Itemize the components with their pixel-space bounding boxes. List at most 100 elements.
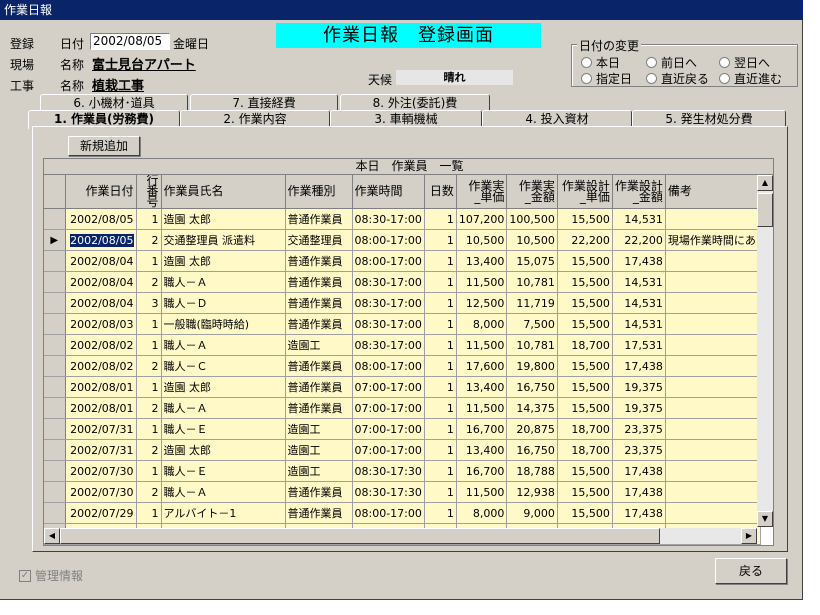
table-row[interactable]: 2002/07/29 1 アルバイト－1 普通作業員 08:00-17:00 1 8,000… bbox=[44, 502, 761, 524]
table-cell[interactable]: 08:00-17:00 bbox=[352, 250, 425, 272]
table-cell[interactable]: 2002/08/01 bbox=[65, 397, 137, 419]
radio-recent-forward[interactable]: 直近進む bbox=[719, 70, 782, 87]
table-cell[interactable]: 1 bbox=[136, 418, 162, 440]
table-cell[interactable]: 造園 太郎 bbox=[161, 376, 286, 398]
table-cell[interactable]: 1 bbox=[424, 334, 457, 356]
table-cell[interactable]: 職人－Ｄ bbox=[161, 292, 286, 314]
table-row[interactable]: ▶ 2002/08/05 2 交通整理員 派遣料 交通整理員 08:00-17:00 1 10… bbox=[44, 229, 761, 251]
table-cell[interactable]: 10,500 bbox=[456, 229, 508, 251]
table-cell[interactable]: 13,400 bbox=[456, 376, 508, 398]
table-cell[interactable]: 職人－Ｃ bbox=[161, 355, 286, 377]
table-cell[interactable]: 11,500 bbox=[456, 481, 508, 503]
table-cell[interactable]: 普通作業員 bbox=[285, 481, 353, 503]
table-cell[interactable]: 11,500 bbox=[456, 397, 508, 419]
table-cell[interactable]: 07:00-17:00 bbox=[352, 418, 425, 440]
table-cell[interactable]: 普通作業員 bbox=[285, 397, 353, 419]
table-cell[interactable]: 08:30-17:00 bbox=[352, 313, 425, 335]
table-row[interactable]: 2002/08/01 2 職人－Ａ 普通作業員 07:00-17:00 1 11,500 14… bbox=[44, 397, 761, 419]
table-cell[interactable]: 1 bbox=[424, 481, 457, 503]
table-cell[interactable]: 2002/08/04 bbox=[65, 250, 137, 272]
horizontal-scrollbar[interactable]: ◀ ▶ bbox=[44, 528, 757, 544]
table-cell[interactable]: 造園 太郎 bbox=[161, 208, 286, 230]
table-cell[interactable]: 1 bbox=[136, 376, 162, 398]
table-row[interactable]: 2002/08/04 1 造園 太郎 普通作業員 08:00-17:00 1 13,400 1… bbox=[44, 250, 761, 272]
table-cell[interactable] bbox=[665, 355, 761, 377]
column-header[interactable]: 作業時間 bbox=[352, 175, 425, 209]
table-cell[interactable]: 08:30-17:00 bbox=[352, 208, 425, 230]
row-selector[interactable] bbox=[44, 481, 66, 503]
table-cell[interactable]: 17,438 bbox=[612, 460, 666, 482]
table-cell[interactable]: 08:00-17:00 bbox=[352, 502, 425, 524]
table-cell[interactable]: 2002/08/04 bbox=[65, 292, 137, 314]
table-row[interactable]: 2002/08/05 1 造園 太郎 普通作業員 08:30-17:00 1 107,200… bbox=[44, 208, 761, 230]
table-cell[interactable]: 15,500 bbox=[557, 313, 613, 335]
table-cell[interactable]: 2002/08/01 bbox=[65, 376, 137, 398]
table-cell[interactable]: 14,375 bbox=[506, 397, 558, 419]
table-cell[interactable]: 17,600 bbox=[456, 355, 508, 377]
table-cell[interactable]: 08:00-17:00 bbox=[352, 355, 425, 377]
table-cell[interactable]: 10,500 bbox=[506, 229, 558, 251]
table-cell[interactable]: 08:30-17:00 bbox=[352, 292, 425, 314]
table-cell[interactable]: 23,375 bbox=[612, 439, 666, 461]
table-cell[interactable]: 2002/08/03 bbox=[65, 313, 137, 335]
table-cell[interactable]: 1 bbox=[136, 460, 162, 482]
table-cell[interactable]: 2 bbox=[136, 481, 162, 503]
table-cell[interactable]: 17,438 bbox=[612, 355, 666, 377]
table-cell[interactable]: 交通整理員 bbox=[285, 229, 353, 251]
table-cell[interactable]: 18,700 bbox=[557, 439, 613, 461]
table-cell[interactable]: 1 bbox=[424, 271, 457, 293]
table-cell[interactable]: 1 bbox=[424, 355, 457, 377]
row-selector[interactable] bbox=[44, 313, 66, 335]
table-cell[interactable]: 20,875 bbox=[506, 418, 558, 440]
table-cell[interactable]: 造園 太郎 bbox=[161, 439, 286, 461]
column-header[interactable]: 作業設計 _金額 bbox=[612, 175, 666, 209]
table-cell[interactable]: 18,788 bbox=[506, 460, 558, 482]
table-cell[interactable] bbox=[665, 481, 761, 503]
table-cell[interactable]: 1 bbox=[136, 502, 162, 524]
table-cell[interactable]: 2 bbox=[136, 439, 162, 461]
table-cell[interactable]: 16,700 bbox=[456, 460, 508, 482]
column-header[interactable]: 作業設計 _単価 bbox=[557, 175, 613, 209]
table-cell[interactable] bbox=[665, 271, 761, 293]
table-cell[interactable]: 15,500 bbox=[557, 397, 613, 419]
date-field[interactable]: 2002/08/05 bbox=[90, 33, 170, 50]
radio-prev-day[interactable]: 前日へ bbox=[646, 54, 697, 71]
row-selector[interactable] bbox=[44, 250, 66, 272]
row-selector[interactable] bbox=[44, 355, 66, 377]
table-cell[interactable]: 7,500 bbox=[506, 313, 558, 335]
table-cell[interactable]: 普通作業員 bbox=[285, 376, 353, 398]
table-cell[interactable]: 普通作業員 bbox=[285, 502, 353, 524]
table-cell[interactable]: 2002/08/02 bbox=[65, 334, 137, 356]
table-row[interactable]: 2002/08/04 2 職人－Ａ 普通作業員 08:30-17:00 1 11,500 10… bbox=[44, 271, 761, 293]
table-cell[interactable]: 07:00-17:00 bbox=[352, 439, 425, 461]
table-cell[interactable]: 職人－Ｅ bbox=[161, 460, 286, 482]
table-cell[interactable]: 15,500 bbox=[557, 376, 613, 398]
table-cell[interactable]: 10,781 bbox=[506, 271, 558, 293]
table-cell[interactable]: 1 bbox=[424, 250, 457, 272]
table-cell[interactable]: 現場作業時間にあ bbox=[665, 229, 761, 251]
table-cell[interactable]: 15,500 bbox=[557, 481, 613, 503]
row-selector[interactable] bbox=[44, 397, 66, 419]
table-cell[interactable]: 15,500 bbox=[557, 355, 613, 377]
table-cell[interactable] bbox=[665, 292, 761, 314]
table-cell[interactable]: 造園工 bbox=[285, 334, 353, 356]
table-cell[interactable]: 07:00-17:00 bbox=[352, 397, 425, 419]
table-cell[interactable]: 11,500 bbox=[456, 271, 508, 293]
scroll-right-icon[interactable]: ▶ bbox=[741, 528, 757, 544]
table-cell[interactable]: 1 bbox=[136, 313, 162, 335]
column-header[interactable]: 備考 bbox=[665, 175, 761, 209]
table-cell[interactable]: 19,800 bbox=[506, 355, 558, 377]
table-row[interactable]: 2002/07/30 1 職人－Ｅ 造園工 08:30-17:30 1 16,700 18,7… bbox=[44, 460, 761, 482]
table-cell[interactable]: 1 bbox=[136, 208, 162, 230]
table-cell[interactable]: 11,500 bbox=[456, 334, 508, 356]
table-cell[interactable]: 普通作業員 bbox=[285, 292, 353, 314]
scroll-up-icon[interactable]: ▲ bbox=[757, 175, 773, 191]
table-cell[interactable]: 13,400 bbox=[456, 439, 508, 461]
column-header[interactable]: 日数 bbox=[424, 175, 457, 209]
table-cell[interactable]: 12,938 bbox=[506, 481, 558, 503]
radio-recent-back[interactable]: 直近戻る bbox=[646, 70, 709, 87]
table-cell[interactable]: 2 bbox=[136, 271, 162, 293]
table-row[interactable]: 2002/08/01 1 造園 太郎 普通作業員 07:00-17:00 1 13,400 1… bbox=[44, 376, 761, 398]
table-cell[interactable]: 18,700 bbox=[557, 418, 613, 440]
radio-specified-date[interactable]: 指定日 bbox=[581, 70, 632, 87]
